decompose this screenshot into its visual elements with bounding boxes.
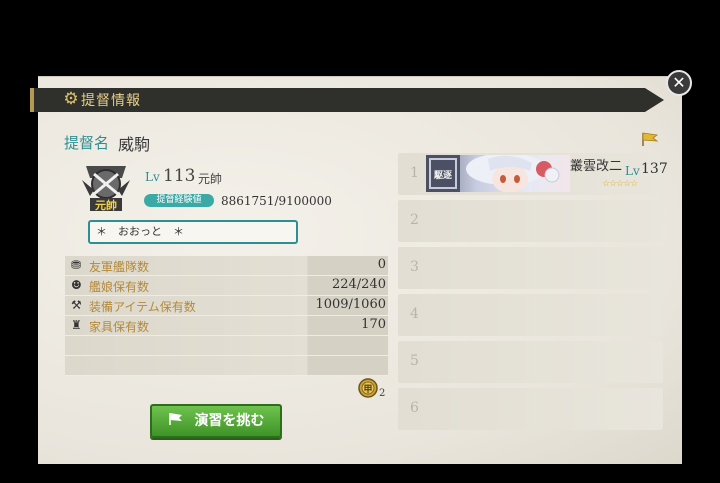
- shipgirl-icon: ☻: [71, 278, 82, 292]
- furniture-icon: ♜: [71, 318, 82, 332]
- fleet-slot[interactable]: 2: [398, 200, 663, 242]
- admiral-name-label: 提督名: [64, 134, 110, 152]
- stat-row-equipment: ⚒ 装備アイテム保有数 1009/1060: [65, 296, 388, 316]
- slot-number: 1: [410, 165, 419, 181]
- slot-number: 3: [410, 259, 419, 275]
- fleet-list: 1 駆逐 叢雲改二 Lv 137 ☆☆☆☆☆ 2 3 4 5 6: [398, 153, 668, 435]
- comment-field[interactable]: ＊ おおっと ＊: [88, 220, 298, 244]
- fleet-slot[interactable]: 6: [398, 388, 663, 430]
- exp-label-badge: 提督経験値: [144, 194, 214, 207]
- slot-number: 4: [410, 306, 419, 322]
- stat-label: 友軍艦隊数: [89, 260, 150, 274]
- gear-icon: ⚙: [63, 89, 79, 109]
- stat-row-empty: [65, 336, 388, 356]
- slot-number: 5: [410, 353, 419, 369]
- flag-icon[interactable]: [641, 132, 659, 146]
- ship-banner: 駆逐: [426, 155, 570, 192]
- fleet-slot[interactable]: 1 駆逐 叢雲改二 Lv 137 ☆☆☆☆☆: [398, 153, 668, 195]
- stat-row-friend-fleet: ⛃ 友軍艦隊数 0: [65, 256, 388, 276]
- medal-icon-text: 甲: [363, 384, 372, 395]
- medal-icon: 甲: [358, 378, 378, 398]
- close-button[interactable]: ✕: [666, 70, 692, 96]
- level-label: Lv: [145, 170, 160, 184]
- exp-value: 8861751/9100000: [221, 194, 332, 208]
- ship-portrait-icon: 駆逐: [426, 155, 560, 192]
- close-icon: ✕: [672, 73, 686, 92]
- stat-value: 224/240: [331, 277, 386, 292]
- admiral-name: 威駒: [118, 135, 151, 154]
- medal-count: 2: [379, 388, 386, 399]
- fleet-slot[interactable]: 3: [398, 247, 663, 289]
- slot-number: 6: [410, 400, 419, 416]
- ship-level: 137: [641, 161, 668, 177]
- stat-value: 0: [377, 257, 386, 272]
- rank-emblem-icon: 元帥: [82, 166, 130, 212]
- stat-row-empty: [65, 356, 388, 376]
- stat-value: 170: [361, 317, 386, 332]
- ship-name: 叢雲改二: [570, 159, 623, 174]
- stat-row-furniture: ♜ 家具保有数 170: [65, 316, 388, 336]
- flag-icon: [168, 413, 182, 425]
- stat-label: 装備アイテム保有数: [89, 300, 196, 314]
- stat-label: 家具保有数: [89, 320, 150, 334]
- rank-emblem-text: 元帥: [95, 198, 117, 212]
- stat-label: 艦娘保有数: [89, 280, 150, 294]
- fleet-slot[interactable]: 4: [398, 294, 663, 336]
- slot-number: 2: [410, 212, 419, 228]
- exercise-button[interactable]: 演習を挑む: [150, 404, 282, 438]
- page-title: 提督情報: [81, 93, 141, 109]
- stat-value: 1009/1060: [315, 297, 386, 312]
- ship-class-tag: 駆逐: [433, 170, 452, 181]
- stat-row-shipgirls: ☻ 艦娘保有数 224/240: [65, 276, 388, 296]
- fleet-slot[interactable]: 5: [398, 341, 663, 383]
- equipment-icon: ⚒: [71, 298, 82, 312]
- stats-table: ⛃ 友軍艦隊数 0 ☻ 艦娘保有数 224/240 ⚒ 装備アイテム保有数 10…: [65, 256, 388, 376]
- ship-stars: ☆☆☆☆☆: [602, 179, 638, 189]
- title-bar: ⚙ 提督情報: [30, 88, 664, 112]
- exercise-button-label: 演習を挑む: [194, 413, 265, 429]
- ship-level-label: Lv: [625, 164, 640, 178]
- admiral-rank: 元帥: [198, 172, 223, 186]
- admiral-level: 113: [163, 166, 196, 186]
- fleet-icon: ⛃: [71, 258, 82, 272]
